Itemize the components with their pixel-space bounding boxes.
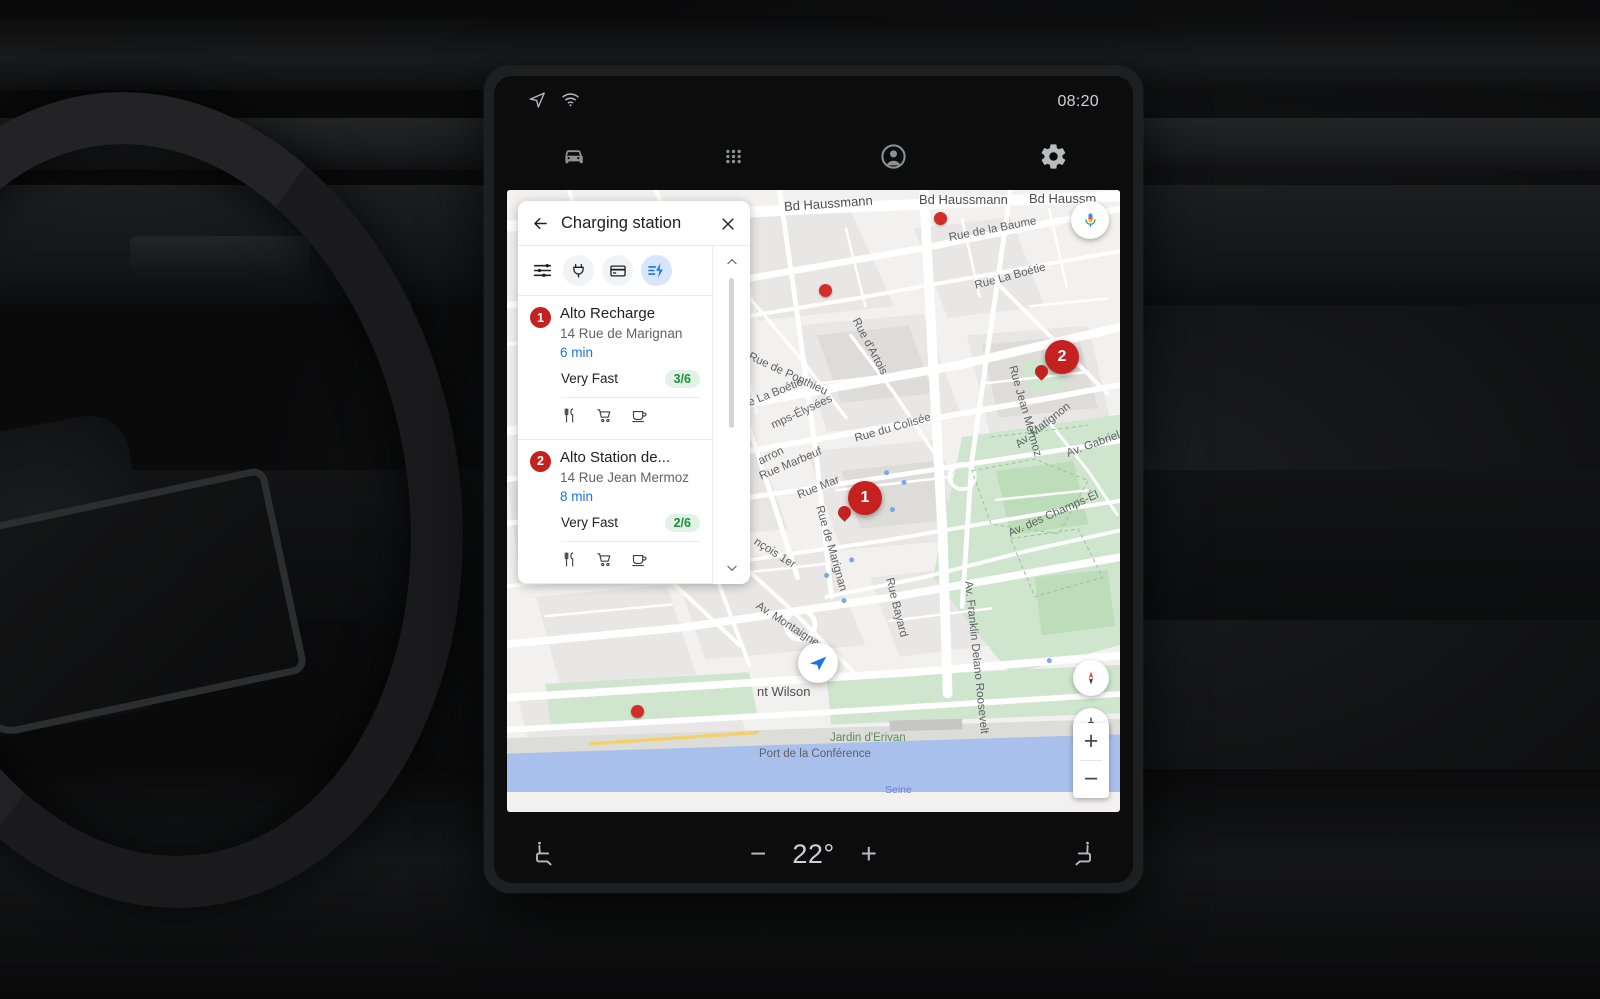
result-eta: 6 min bbox=[560, 344, 594, 360]
panel-header: Charging station bbox=[518, 201, 750, 245]
filter-row bbox=[518, 246, 712, 296]
map-pin-2[interactable]: 2 bbox=[1045, 340, 1079, 374]
map-poi-dot[interactable] bbox=[631, 705, 644, 718]
back-arrow-icon[interactable] bbox=[531, 214, 550, 233]
availability-badge: 2/6 bbox=[664, 513, 700, 532]
temperature-value: 22° bbox=[792, 838, 835, 869]
fast-charging-filter-button[interactable] bbox=[641, 255, 672, 286]
panel-title: Charging station bbox=[561, 214, 682, 232]
status-bar: 08:20 bbox=[494, 76, 1133, 128]
amenity-row bbox=[561, 540, 700, 573]
result-info: Alto Recharge 14 Rue de Marignan 6 min bbox=[560, 305, 682, 360]
panel-body: 1 Alto Recharge 14 Rue de Marignan 6 min Ver… bbox=[518, 245, 750, 584]
result-info: Alto Station de... 14 Rue Jean Mermoz 8 mi… bbox=[560, 449, 689, 504]
close-icon[interactable] bbox=[719, 215, 737, 233]
microphone-icon bbox=[1084, 213, 1096, 227]
restaurant-icon bbox=[561, 407, 578, 429]
map-view[interactable]: Bd Haussmann Bd Haussmann Bd Haussm Rue de … bbox=[507, 190, 1120, 812]
map-poi-dot[interactable] bbox=[934, 212, 947, 225]
shopping-cart-icon bbox=[596, 551, 613, 573]
map-pin-1[interactable]: 1 bbox=[848, 481, 882, 515]
result-name: Alto Station de... bbox=[560, 448, 671, 466]
apps-grid-icon bbox=[720, 143, 747, 175]
scrollbar-thumb[interactable] bbox=[729, 278, 734, 429]
result-eta: 8 min bbox=[560, 488, 594, 504]
result-item[interactable]: 2 Alto Station de... 14 Rue Jean Mermoz 8 m… bbox=[518, 440, 712, 584]
result-number-badge: 1 bbox=[530, 307, 551, 328]
availability-badge: 3/6 bbox=[664, 369, 700, 388]
compass-button[interactable] bbox=[1073, 660, 1109, 696]
plug-type-filter-button[interactable] bbox=[563, 255, 594, 286]
status-bar-clock: 08:20 bbox=[1057, 93, 1099, 110]
charge-speed-label: Very Fast bbox=[561, 371, 619, 387]
result-speed-row: Very Fast 3/6 bbox=[561, 369, 700, 388]
zoom-in-button[interactable]: + bbox=[1073, 723, 1109, 760]
result-name: Alto Recharge bbox=[560, 305, 656, 322]
tune-filters-icon[interactable] bbox=[529, 258, 555, 284]
chevron-down-icon[interactable] bbox=[725, 560, 739, 576]
temperature-control: − 22° + bbox=[560, 839, 1067, 870]
result-address: 14 Rue Jean Mermoz bbox=[560, 470, 690, 486]
temp-decrease-button[interactable]: − bbox=[750, 840, 766, 868]
settings-gear-icon bbox=[1039, 142, 1068, 176]
seat-heater-left-button[interactable] bbox=[530, 839, 560, 869]
coffee-icon bbox=[631, 551, 648, 573]
charge-speed-label: Very Fast bbox=[561, 515, 619, 531]
head-unit-bezel: 08:20 Bd Haussmann Bd Haussmann Bd Hauss… bbox=[484, 66, 1143, 893]
amenity-row bbox=[561, 396, 700, 429]
scrollbar-track[interactable] bbox=[729, 278, 734, 552]
zoom-controls: + − bbox=[1073, 723, 1109, 798]
nav-settings-button[interactable] bbox=[973, 142, 1133, 176]
wifi-icon bbox=[561, 90, 580, 114]
location-arrow-icon bbox=[809, 656, 827, 671]
result-number-badge: 2 bbox=[530, 450, 551, 472]
coffee-icon bbox=[631, 407, 648, 429]
results-column: 1 Alto Recharge 14 Rue de Marignan 6 min Ver… bbox=[518, 246, 712, 584]
user-location-marker bbox=[798, 643, 838, 683]
chevron-up-icon[interactable] bbox=[725, 254, 739, 270]
result-address: 14 Rue de Marignan bbox=[560, 326, 683, 342]
map-poi-dot[interactable] bbox=[819, 284, 832, 297]
voice-search-button[interactable] bbox=[1071, 201, 1109, 239]
account-icon bbox=[879, 142, 908, 176]
nav-account-button[interactable] bbox=[814, 142, 974, 176]
charging-station-panel: Charging station 1 Alto Recharge 14 Rue … bbox=[518, 201, 750, 584]
shopping-cart-icon bbox=[596, 407, 613, 429]
temp-increase-button[interactable]: + bbox=[861, 840, 877, 868]
result-main: 1 Alto Recharge 14 Rue de Marignan 6 min bbox=[530, 305, 700, 360]
result-speed-row: Very Fast 2/6 bbox=[561, 513, 700, 532]
car-icon bbox=[559, 142, 588, 176]
navigation-arrow-icon bbox=[528, 90, 547, 114]
scroll-column[interactable] bbox=[712, 246, 750, 584]
result-item[interactable]: 1 Alto Recharge 14 Rue de Marignan 6 min Ver… bbox=[518, 296, 712, 440]
app-nav-bar bbox=[494, 128, 1133, 190]
car-interior-scene: 08:20 Bd Haussmann Bd Haussmann Bd Hauss… bbox=[0, 0, 1600, 999]
status-bar-left bbox=[528, 90, 580, 114]
infotainment-screen: 08:20 Bd Haussmann Bd Haussmann Bd Hauss… bbox=[494, 76, 1133, 883]
restaurant-icon bbox=[561, 551, 578, 573]
nav-apps-button[interactable] bbox=[654, 143, 814, 175]
payment-card-filter-button[interactable] bbox=[602, 255, 633, 286]
climate-bar: − 22° + bbox=[494, 812, 1133, 883]
seat-heater-right-button[interactable] bbox=[1067, 839, 1097, 869]
compass-icon bbox=[1088, 671, 1094, 685]
zoom-out-button[interactable]: − bbox=[1073, 761, 1109, 798]
result-main: 2 Alto Station de... 14 Rue Jean Mermoz 8 m… bbox=[530, 449, 700, 504]
nav-car-button[interactable] bbox=[494, 142, 654, 176]
results-list[interactable]: 1 Alto Recharge 14 Rue de Marignan 6 min Ver… bbox=[518, 296, 712, 584]
